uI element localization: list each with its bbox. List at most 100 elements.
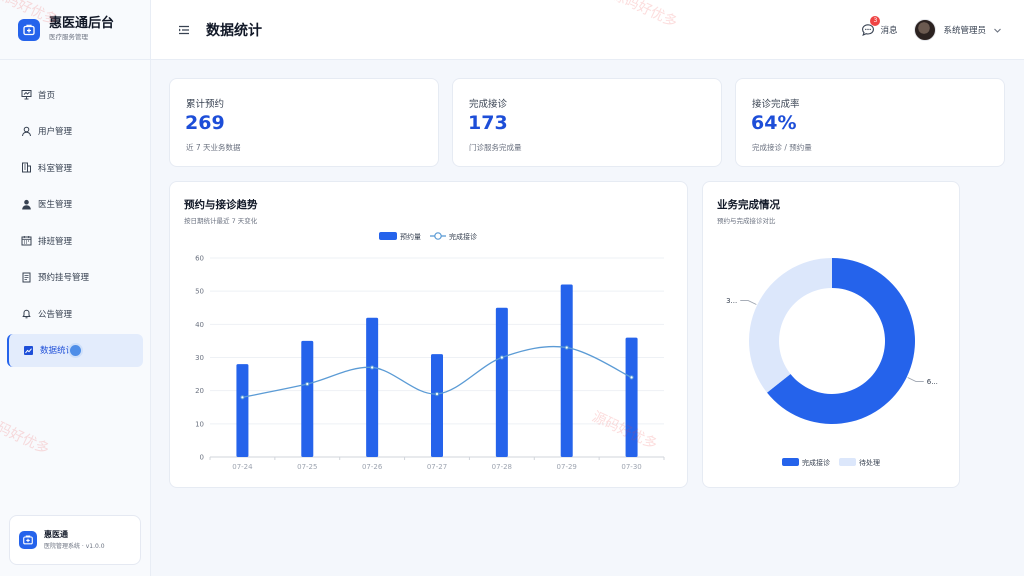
sidebar-item-label: 排班管理 xyxy=(38,236,73,247)
messages-button[interactable]: 3 消息 xyxy=(861,16,898,37)
y-tick-label: 0 xyxy=(200,454,204,462)
cursor-indicator xyxy=(70,344,81,356)
donut-slice-pending xyxy=(749,258,832,393)
brand-title: 惠医通后台 xyxy=(49,16,115,31)
top-header: 数据统计 3 消息 系统管理员 xyxy=(151,0,1024,60)
calendar-icon xyxy=(21,235,32,246)
bar-07-26 xyxy=(366,317,379,457)
brand[interactable]: 惠医通后台 医疗服务管理 xyxy=(0,0,150,60)
x-tick-label: 07-30 xyxy=(621,463,641,471)
trend-chart-card: 预约与接诊趋势 按日期统计最近 7 天变化 预约量 完成接诊 0 10 20 30 40 50… xyxy=(169,181,688,488)
sidebar: 惠医通后台 医疗服务管理 首页 用户管理 科室管理 医生管理 排班管理 预约挂号… xyxy=(0,0,151,576)
legend-swatch-pending xyxy=(839,458,856,466)
visits-point-07-27 xyxy=(434,391,440,397)
slice-label: 6... xyxy=(927,378,938,386)
doctor-icon xyxy=(21,199,32,210)
y-tick-label: 30 xyxy=(195,354,204,362)
chevron-down-icon xyxy=(993,26,1002,35)
visits-point-07-30 xyxy=(629,375,634,380)
chart-legend: 预约量 完成接诊 xyxy=(379,232,477,241)
sidebar-item-label: 用户管理 xyxy=(38,127,73,137)
legend-label: 完成接诊 xyxy=(802,458,830,467)
sidebar-item-users[interactable]: 用户管理 xyxy=(7,115,143,148)
building-icon xyxy=(21,162,32,173)
bar-07-29 xyxy=(560,284,573,457)
messages-label: 消息 xyxy=(880,26,898,36)
sidebar-item-label: 预约挂号管理 xyxy=(38,273,90,283)
bar-07-24 xyxy=(236,364,249,457)
sidebar-nav: 首页 用户管理 科室管理 医生管理 排班管理 预约挂号管理 公告管理 数据统计 xyxy=(0,60,150,367)
visits-point-07-29 xyxy=(564,345,569,350)
message-count-badge: 3 xyxy=(870,16,881,26)
visits-point-07-26 xyxy=(370,365,375,370)
sidebar-item-departments[interactable]: 科室管理 xyxy=(7,151,143,184)
completion-chart-card: 业务完成情况 预约与完成接诊对比 6... 3... 完成接诊 待处理 xyxy=(702,181,960,488)
sidebar-item-doctors[interactable]: 医生管理 xyxy=(7,188,143,221)
sidebar-item-label: 科室管理 xyxy=(38,163,73,174)
completion-donut-chart: 6... 3... 完成接诊 待处理 xyxy=(726,258,938,467)
stat-value: 173 xyxy=(468,112,508,134)
stat-description: 完成接诊 / 预约量 xyxy=(752,143,812,152)
y-tick-label: 20 xyxy=(195,387,204,395)
legend-label: 预约量 xyxy=(400,232,421,241)
sidebar-item-label: 公告管理 xyxy=(38,309,73,320)
stat-value: 64% xyxy=(751,112,797,134)
legend-swatch-bookings xyxy=(379,232,397,240)
slice-leader-line xyxy=(740,300,757,305)
menu-toggle-icon[interactable] xyxy=(178,24,190,36)
stat-value: 269 xyxy=(185,112,225,134)
stat-label: 完成接诊 xyxy=(469,99,508,110)
x-tick-label: 07-25 xyxy=(297,463,317,471)
bar-07-30 xyxy=(625,337,638,457)
x-tick-label: 07-28 xyxy=(492,463,512,471)
stat-label: 接诊完成率 xyxy=(752,99,800,110)
slice-label: 3... xyxy=(726,297,737,305)
y-tick-label: 10 xyxy=(195,420,204,428)
bell-icon xyxy=(21,308,32,319)
presentation-icon xyxy=(21,89,32,100)
system-version: 医院管理系统 · v1.0.0 xyxy=(44,542,105,550)
sidebar-item-label: 医生管理 xyxy=(38,200,73,210)
avatar xyxy=(914,19,937,41)
sidebar-item-announcements[interactable]: 公告管理 xyxy=(7,297,143,330)
bar-07-27 xyxy=(431,354,443,457)
document-icon xyxy=(21,272,32,283)
user-icon xyxy=(21,126,32,137)
stat-card-completed-visits: 完成接诊 173 门诊服务完成量 xyxy=(452,78,722,167)
visits-point-07-24 xyxy=(240,395,245,400)
y-tick-label: 60 xyxy=(195,255,204,263)
chart-legend: 完成接诊 待处理 xyxy=(782,458,880,467)
y-tick-label: 50 xyxy=(195,288,204,296)
bar-07-25 xyxy=(301,340,314,457)
stat-description: 门诊服务完成量 xyxy=(469,143,522,152)
visits-point-07-28 xyxy=(499,355,504,360)
sidebar-item-label: 首页 xyxy=(38,90,56,101)
x-tick-label: 07-24 xyxy=(232,463,253,471)
sidebar-item-appointments[interactable]: 预约挂号管理 xyxy=(7,261,143,294)
chart-icon xyxy=(23,345,34,356)
sidebar-item-label: 数据统计 xyxy=(40,346,75,356)
medical-kit-icon xyxy=(18,18,40,41)
stat-label: 累计预约 xyxy=(186,99,225,110)
user-menu[interactable]: 系统管理员 xyxy=(914,19,1002,41)
sidebar-item-schedule[interactable]: 排班管理 xyxy=(7,224,143,257)
visits-point-07-25 xyxy=(305,381,310,387)
system-info-card: 惠医通 医院管理系统 · v1.0.0 xyxy=(9,515,141,565)
stat-card-completion-rate: 接诊完成率 64% 完成接诊 / 预约量 xyxy=(735,78,1005,167)
legend-label: 完成接诊 xyxy=(449,232,477,241)
y-tick-label: 40 xyxy=(195,321,204,329)
x-tick-label: 07-29 xyxy=(557,463,577,471)
legend-marker-visits xyxy=(434,232,442,240)
sidebar-item-statistics[interactable]: 数据统计 xyxy=(7,333,143,367)
x-tick-label: 07-26 xyxy=(362,463,383,471)
trend-chart: 预约量 完成接诊 0 10 20 30 40 50 60 07-24 07-25 07-26 07-27… xyxy=(195,232,665,471)
medical-kit-icon xyxy=(19,531,37,549)
legend-swatch-completed xyxy=(782,458,799,466)
bar-07-28 xyxy=(495,307,508,457)
user-name: 系统管理员 xyxy=(943,26,986,36)
slice-leader-line xyxy=(907,377,924,382)
brand-subtitle: 医疗服务管理 xyxy=(49,33,88,41)
sidebar-item-home[interactable]: 首页 xyxy=(7,78,143,111)
stat-description: 近 7 天业务数据 xyxy=(186,143,241,152)
page-title: 数据统计 xyxy=(206,22,262,39)
